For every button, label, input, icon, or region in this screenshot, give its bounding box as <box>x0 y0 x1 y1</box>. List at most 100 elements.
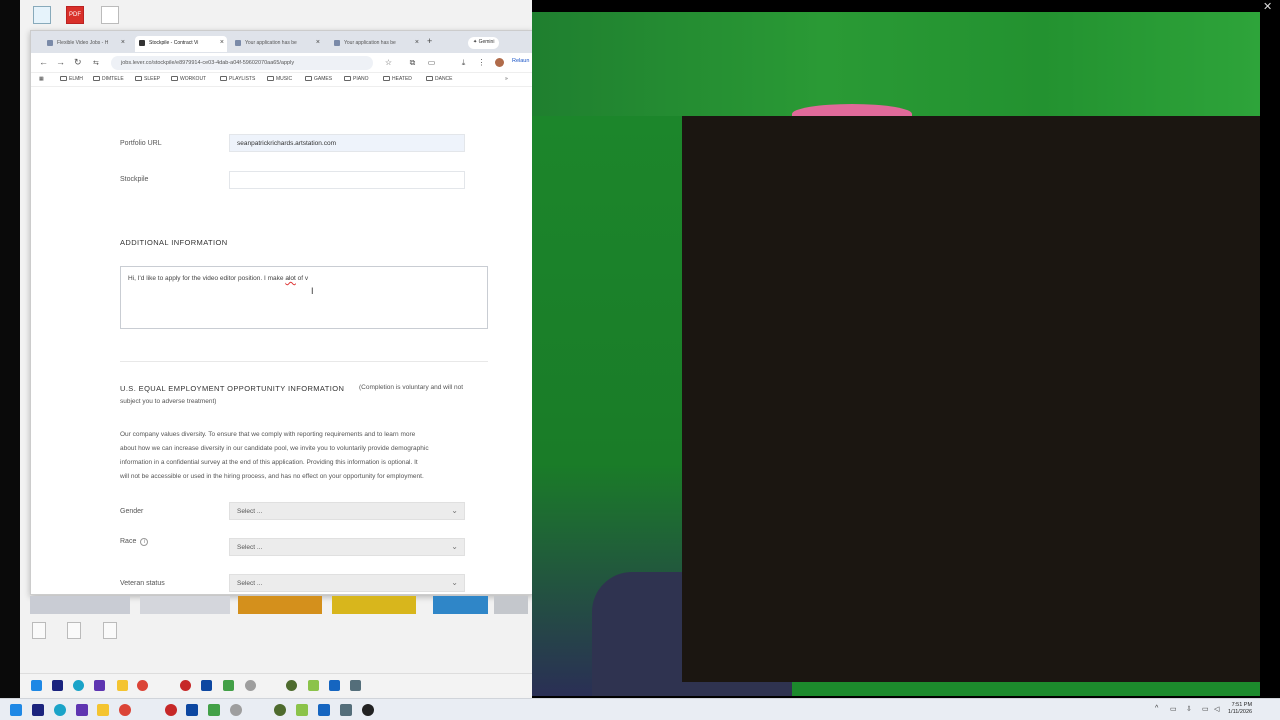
document-file-icon[interactable] <box>99 6 121 28</box>
app-icon[interactable] <box>94 680 105 691</box>
app-icon[interactable] <box>296 704 308 716</box>
diversity-line: information in a confidential survey at … <box>120 459 418 466</box>
profile-avatar[interactable] <box>495 58 504 67</box>
photoshop-icon[interactable] <box>186 704 198 716</box>
tab-application-2[interactable]: Your application has be × <box>330 36 422 52</box>
app-icon[interactable] <box>274 704 286 716</box>
bookmark-games[interactable]: GAMES <box>305 76 332 82</box>
app-icon[interactable] <box>308 680 319 691</box>
start-icon[interactable] <box>31 680 42 691</box>
app-icon[interactable] <box>286 680 297 691</box>
sidebar-icon[interactable]: ⋮ <box>477 58 486 67</box>
site-info-icon[interactable]: ⇆ <box>93 59 99 67</box>
app-icon[interactable] <box>223 680 234 691</box>
photoshop-icon[interactable] <box>201 680 212 691</box>
veteran-status-select[interactable]: Select ... ⌄ <box>229 574 465 592</box>
download-icon[interactable]: ⤓ <box>459 58 468 67</box>
stockpile-input[interactable] <box>229 171 465 189</box>
url-input[interactable]: jobs.lever.co/stockpile/e8979914-ce03-4d… <box>111 56 373 70</box>
network-icon[interactable]: ▭ <box>1170 705 1177 713</box>
edge-icon[interactable] <box>73 680 84 691</box>
background-window-thumbnail <box>140 596 230 614</box>
app-icon[interactable] <box>76 704 88 716</box>
pdf-file-icon[interactable]: PDF <box>64 6 86 28</box>
tab-flexible-video-jobs[interactable]: Flexible Video Jobs - H × <box>43 36 128 52</box>
chrome-icon[interactable] <box>137 680 148 691</box>
bookmark-music[interactable]: MUSIC <box>267 76 292 82</box>
folder-icon <box>135 76 142 82</box>
section-divider <box>120 361 488 362</box>
monitor-icon[interactable]: ▭ <box>1202 705 1209 713</box>
bookmark-star-icon[interactable]: ☆ <box>384 58 393 67</box>
veteran-status-label: Veteran status <box>120 580 165 587</box>
extensions-icon[interactable]: ⧉ <box>408 58 417 67</box>
chevron-down-icon: ⌄ <box>451 578 458 587</box>
app-icon[interactable] <box>230 704 242 716</box>
portfolio-url-label: Portfolio URL <box>120 140 162 147</box>
document-file-icon[interactable] <box>103 622 117 639</box>
bookmark-sleep[interactable]: SLEEP <box>135 76 160 82</box>
document-file-icon[interactable] <box>32 622 46 639</box>
tab-label: Your application has be <box>344 40 396 46</box>
app-icon[interactable] <box>180 680 191 691</box>
bookmark-workout[interactable]: WORKOUT <box>171 76 206 82</box>
gender-select[interactable]: Select ... ⌄ <box>229 502 465 520</box>
portfolio-url-input[interactable]: seanpatrickrichards.artstation.com <box>229 134 465 152</box>
close-icon[interactable]: × <box>415 39 419 46</box>
gemini-button[interactable]: ✦ Gemini <box>468 37 500 49</box>
app-icon[interactable] <box>350 680 361 691</box>
gender-label: Gender <box>120 508 144 515</box>
volume-icon[interactable]: ◁ <box>1214 705 1219 713</box>
tab-application-1[interactable]: Your application has be × <box>231 36 323 52</box>
media-player-icon[interactable] <box>362 704 374 716</box>
clock[interactable]: 7:51 PM 1/11/2026 <box>1228 702 1252 716</box>
bookmark-label: PIANO <box>353 76 369 82</box>
select-value: Select ... <box>237 580 263 587</box>
additional-information-textarea[interactable]: Hi, I'd like to apply for the video edit… <box>120 266 488 329</box>
folder-icon[interactable] <box>97 704 109 716</box>
folder-icon[interactable] <box>117 680 128 691</box>
tab-stockpile[interactable]: Stockpile - Contract Vi × <box>135 36 227 52</box>
bookmark-elmh[interactable]: ELMH <box>60 76 83 82</box>
bookmark-piano[interactable]: PIANO <box>344 76 369 82</box>
start-icon[interactable] <box>10 704 22 716</box>
tab-label: Your application has be <box>245 40 297 46</box>
cast-icon[interactable]: ▭ <box>427 58 436 67</box>
chrome-icon[interactable] <box>119 704 131 716</box>
info-icon[interactable]: i <box>140 538 149 546</box>
close-icon[interactable]: × <box>220 39 224 46</box>
tray-chevron-icon[interactable]: ^ <box>1155 705 1158 712</box>
race-select[interactable]: Select ... ⌄ <box>229 538 465 556</box>
app-icon[interactable] <box>318 704 330 716</box>
app-icon[interactable] <box>208 704 220 716</box>
bookmark-dimtele[interactable]: DIMTELE <box>93 76 124 82</box>
bookmark-playlists[interactable]: PLAYLISTS <box>220 76 255 82</box>
edge-icon[interactable] <box>54 704 66 716</box>
close-icon[interactable]: × <box>121 39 125 46</box>
bookmark-heated[interactable]: HEATED <box>383 76 412 82</box>
more-bookmarks-icon[interactable]: » <box>505 76 508 82</box>
bookmark-dance[interactable]: DANCE <box>426 76 453 82</box>
app-icon[interactable] <box>340 704 352 716</box>
reload-icon[interactable]: ↻ <box>74 57 82 68</box>
relaunch-button[interactable]: Relaun <box>512 58 529 64</box>
recycle-bin-icon[interactable] <box>31 6 53 28</box>
app-icon[interactable] <box>165 704 177 716</box>
additional-information-title: ADDITIONAL INFORMATION <box>120 238 228 247</box>
tab-label: Stockpile - Contract Vi <box>149 40 199 46</box>
app-icon[interactable] <box>329 680 340 691</box>
application-form: Portfolio URL seanpatrickrichards.artsta… <box>31 88 532 594</box>
usb-icon[interactable]: ⇩ <box>1186 705 1192 713</box>
close-icon[interactable]: ✕ <box>1263 0 1272 13</box>
app-icon[interactable] <box>245 680 256 691</box>
new-tab-icon[interactable]: + <box>427 36 432 46</box>
diversity-line: about how we can increase diversity in o… <box>120 445 429 452</box>
close-icon[interactable]: × <box>316 39 320 46</box>
document-file-icon[interactable] <box>67 622 81 639</box>
forward-icon[interactable]: → <box>56 57 65 67</box>
app-icon[interactable] <box>32 704 44 716</box>
back-icon[interactable]: ← <box>39 57 48 67</box>
site-favicon-icon <box>47 40 53 46</box>
app-icon[interactable] <box>52 680 63 691</box>
apps-grid-icon[interactable]: ▦ <box>39 76 44 82</box>
